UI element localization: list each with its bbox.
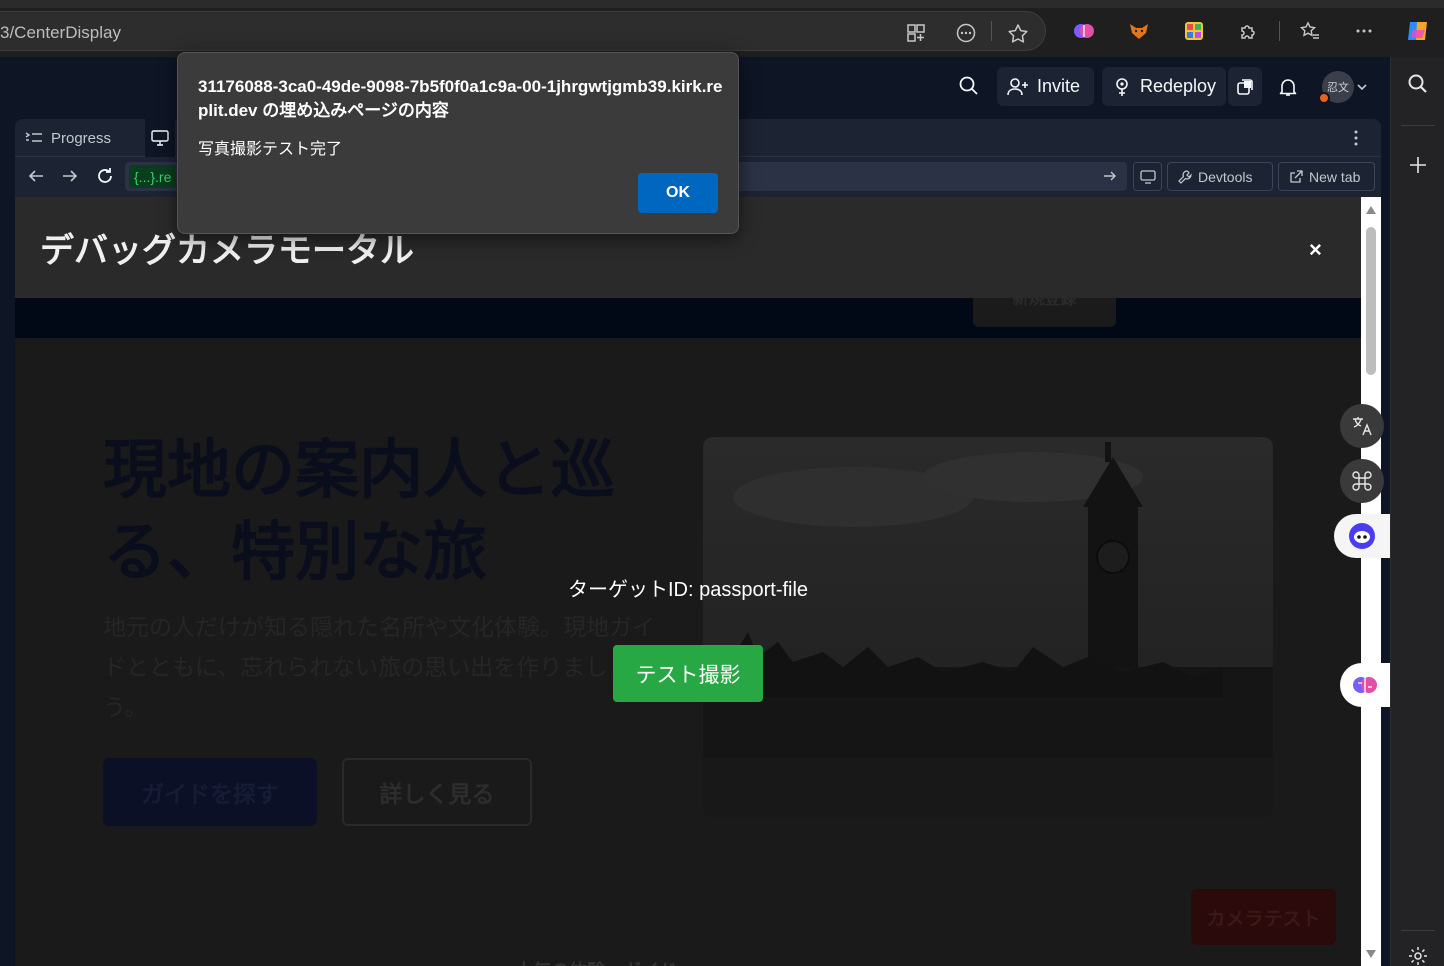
progress-list-icon [25,131,43,145]
target-id-label: ターゲットID: passport-file [568,579,809,601]
add-user-icon [1007,77,1029,97]
url-domain-badge[interactable]: {...}.re [129,165,177,188]
sidebar-add-icon[interactable] [1408,155,1428,175]
reload-icon[interactable] [95,166,115,186]
monitor-icon [151,130,169,146]
forward-arrow-icon[interactable] [61,167,79,185]
alert-dialog: 31176088-3ca0-49de-9098-7b5f0f0a1c9a-00-… [177,52,739,234]
redeploy-button[interactable]: Redeploy [1102,67,1226,106]
search-icon[interactable] [958,75,982,99]
sidebar-divider-bottom [1401,930,1435,931]
devtools-label: Devtools [1198,168,1253,185]
back-arrow-icon[interactable] [27,167,45,185]
webview-content: 新規登録 現地の案内人と巡る、特別な旅 地元の人だけが知る隠れた名所や文化体験。… [15,197,1361,966]
hero-title: 現地の案内人と巡る、特別な旅 [103,434,615,588]
toolbar-divider [1279,21,1280,41]
address-divider [991,21,992,41]
big-ben-image [703,437,1273,817]
deploy-status-button[interactable] [1228,67,1262,106]
scroll-up-arrow-icon[interactable] [1365,205,1377,215]
window-top-strip [0,0,1444,8]
hero-subtitle: 地元の人だけが知る隠れた名所や文化体験。現地ガイドとともに、忘れられない旅の思い… [103,614,655,720]
browser-toolbar: 3/CenterDisplay [0,8,1444,57]
sidebar-divider [1401,125,1435,126]
learn-more-button[interactable]: 詳しく見る [342,758,532,826]
fox-extension-icon[interactable] [1128,20,1150,42]
translate-icon[interactable] [1340,404,1384,448]
devtools-button[interactable]: Devtools [1167,162,1273,191]
section-heading: 人気の体験・ガイド [515,957,677,966]
copilot-icon[interactable] [1405,18,1431,44]
brain-assistant-icon[interactable] [1340,663,1390,707]
tab-progress[interactable]: Progress [15,119,121,157]
address-text[interactable]: 3/CenterDisplay [0,23,121,43]
webview-scrollbar[interactable] [1361,197,1381,966]
chevron-down-icon[interactable] [1356,81,1368,93]
open-url-arrow-icon[interactable] [1103,169,1117,183]
device-preview-button[interactable] [1133,162,1162,191]
colorful-extension-icon[interactable] [1183,20,1205,42]
avatar-status-dot [1318,92,1330,104]
redeploy-label: Redeploy [1140,76,1217,96]
alert-origin-text: 31176088-3ca0-49de-9098-7b5f0f0a1c9a-00-… [198,77,723,120]
favorites-icon[interactable] [1299,20,1321,42]
new-tab-button[interactable]: New tab [1278,162,1375,191]
more-page-options-icon[interactable] [956,23,976,43]
sidebar-settings-gear-icon[interactable] [1408,946,1428,966]
camera-test-button[interactable]: カメラテスト [1191,889,1336,945]
notifications-bell-icon[interactable] [1278,77,1302,101]
invite-button[interactable]: Invite [997,67,1094,106]
screen-icon [1139,169,1156,184]
deploy-icon [1112,77,1132,97]
more-menu-icon[interactable] [1353,20,1375,42]
command-icon[interactable] [1340,459,1384,503]
tab-progress-label: Progress [51,129,112,147]
alert-message: 写真撮影テスト完了 [198,141,343,158]
external-link-icon [1289,169,1303,184]
sidebar-search-icon[interactable] [1407,73,1429,95]
address-bar[interactable]: 3/CenterDisplay [0,11,1046,51]
copy-window-icon [1236,78,1254,96]
assistant-bot-icon[interactable] [1334,514,1390,558]
modal-close-button[interactable]: × [1309,237,1322,263]
tab-webview[interactable] [145,119,175,157]
app-grid-icon[interactable] [906,23,926,43]
favorite-star-icon[interactable] [1007,23,1028,43]
site-nav-bar [15,298,1361,338]
alert-ok-button[interactable]: OK [638,173,718,213]
panel-more-icon[interactable] [1353,129,1359,147]
find-guide-button[interactable]: ガイドを探す [103,758,317,826]
extensions-puzzle-icon[interactable] [1238,20,1260,42]
edge-sidebar [1390,57,1444,966]
scrollbar-thumb[interactable] [1366,227,1376,375]
test-shot-button[interactable]: テスト撮影 [613,645,763,702]
invite-label: Invite [1037,76,1081,96]
wrench-icon [1178,169,1192,184]
scroll-down-arrow-icon[interactable] [1365,949,1377,959]
new-tab-label: New tab [1309,168,1361,185]
brain-extension-icon[interactable] [1073,20,1095,42]
